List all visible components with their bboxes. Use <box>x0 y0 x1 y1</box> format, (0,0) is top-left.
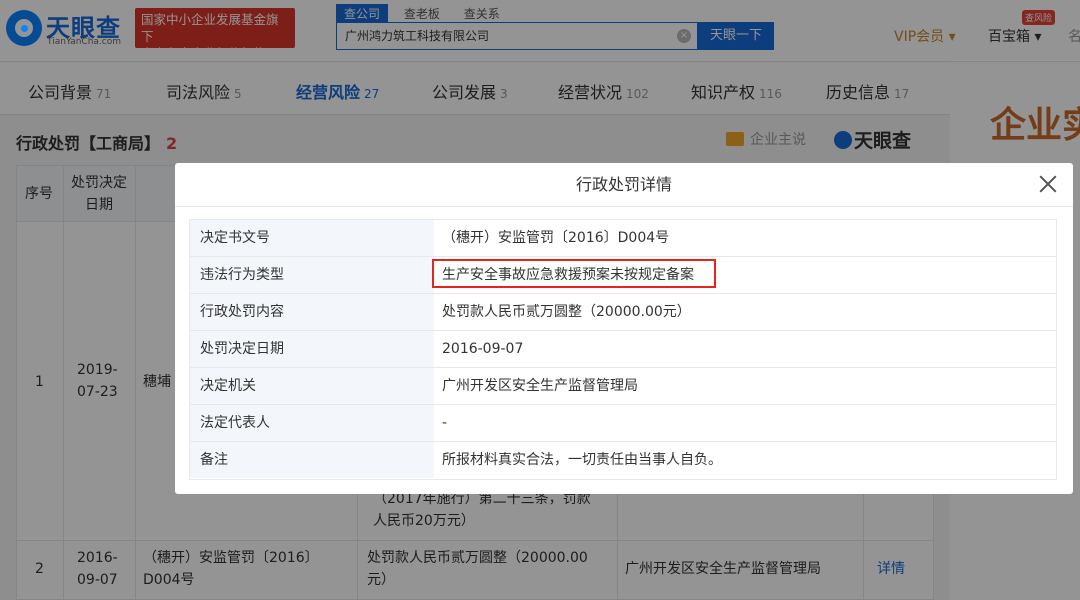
detail-row: 处罚决定日期 2016-09-07 <box>190 331 1056 368</box>
detail-value: 所报材料真实合法，一切责任由当事人自负。 <box>442 452 722 468</box>
detail-row: 备注 所报材料真实合法，一切责任由当事人自负。 <box>190 442 1056 479</box>
detail-label: 决定机关 <box>190 368 434 404</box>
detail-label: 行政处罚内容 <box>190 294 434 330</box>
close-icon[interactable] <box>1037 173 1059 195</box>
modal-title: 行政处罚详情 <box>175 163 1073 207</box>
detail-row: 法定代表人 - <box>190 405 1056 442</box>
detail-row: 决定机关 广州开发区安全生产监督管理局 <box>190 368 1056 405</box>
detail-label: 备注 <box>190 442 434 478</box>
detail-row: 行政处罚内容 处罚款人民币贰万圆整（20000.00元） <box>190 294 1056 331</box>
detail-value: 处罚款人民币贰万圆整（20000.00元） <box>442 304 691 320</box>
detail-value: （穗开）安监管罚〔2016〕D004号 <box>442 230 670 246</box>
detail-value: - <box>442 415 448 431</box>
detail-label: 法定代表人 <box>190 405 434 441</box>
detail-label: 决定书文号 <box>190 220 434 256</box>
detail-value: 广州开发区安全生产监督管理局 <box>442 378 638 394</box>
penalty-detail-modal: 行政处罚详情 决定书文号 （穗开）安监管罚〔2016〕D004号 违法行为类型 生产… <box>175 163 1073 494</box>
detail-label: 违法行为类型 <box>190 257 434 293</box>
detail-value: 2016-09-07 <box>442 341 524 357</box>
detail-row: 决定书文号 （穗开）安监管罚〔2016〕D004号 <box>190 220 1056 257</box>
detail-label: 处罚决定日期 <box>190 331 434 367</box>
highlight-box <box>432 259 716 288</box>
